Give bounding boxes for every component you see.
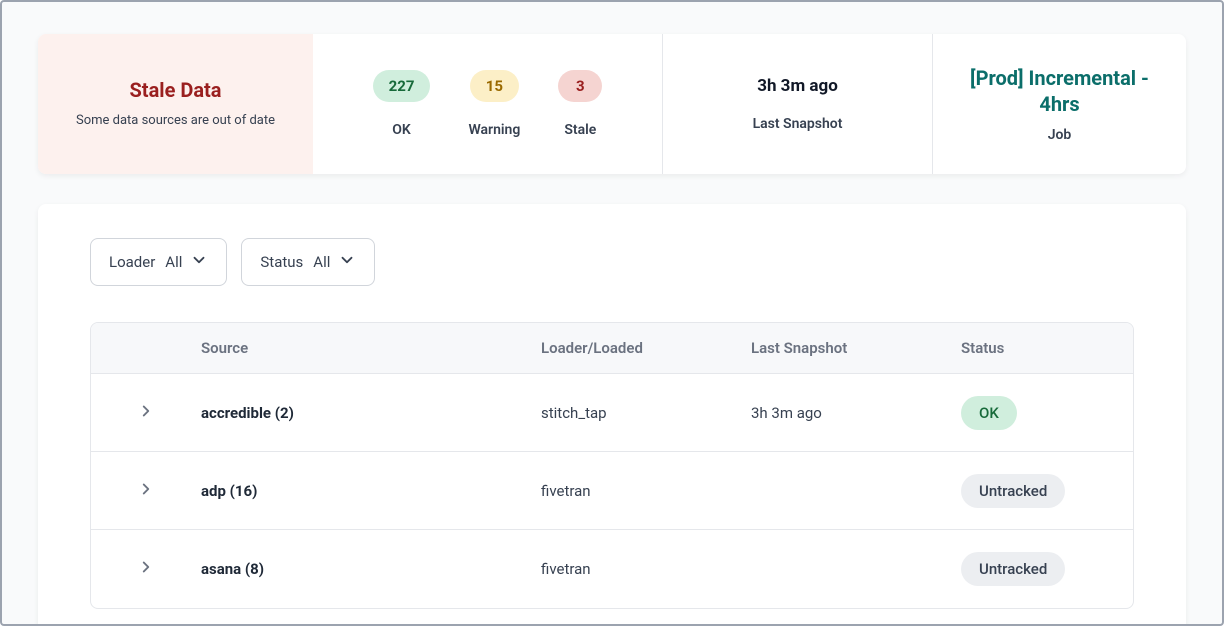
chevron-down-icon xyxy=(190,251,208,273)
table-header: Source Loader/Loaded Last Snapshot Statu… xyxy=(91,323,1133,374)
count-warning: 15 Warning xyxy=(468,70,520,138)
loader-filter-button[interactable]: Loader All xyxy=(90,238,227,286)
count-warning-label: Warning xyxy=(468,122,520,138)
loader-name: fivetran xyxy=(541,560,751,578)
count-stale-label: Stale xyxy=(564,122,596,138)
count-ok-badge: 227 xyxy=(373,70,431,102)
count-warning-badge: 15 xyxy=(470,70,519,102)
last-snapshot-panel: 3h 3m ago Last Snapshot xyxy=(663,34,933,174)
job-name-link[interactable]: [Prod] Incremental - 4hrs xyxy=(953,65,1166,117)
chevron-right-icon[interactable] xyxy=(137,558,155,580)
status-filter-value: All xyxy=(313,253,330,271)
table-row: adp (16) fivetran Untracked xyxy=(91,452,1133,530)
chevron-down-icon xyxy=(338,251,356,273)
header-status: Status xyxy=(961,339,1133,357)
source-name: accredible (2) xyxy=(201,404,541,422)
table-row: accredible (2) stitch_tap 3h 3m ago OK xyxy=(91,374,1133,452)
count-stale: 3 Stale xyxy=(558,70,602,138)
count-ok-label: OK xyxy=(392,122,411,138)
chevron-right-icon[interactable] xyxy=(137,480,155,502)
last-snapshot-value: 3h 3m ago xyxy=(757,76,838,96)
sources-table: Source Loader/Loaded Last Snapshot Statu… xyxy=(90,322,1134,609)
source-name: asana (8) xyxy=(201,560,541,578)
table-row: asana (8) fivetran Untracked xyxy=(91,530,1133,608)
summary-bar: Stale Data Some data sources are out of … xyxy=(38,34,1186,174)
sources-card: Loader All Status All Source Loader/Load… xyxy=(38,204,1186,626)
loader-filter-name: Loader xyxy=(109,253,155,271)
count-ok: 227 OK xyxy=(373,70,431,138)
status-badge: Untracked xyxy=(961,552,1065,586)
status-badge: OK xyxy=(961,396,1017,430)
loader-name: stitch_tap xyxy=(541,404,751,422)
status-filter-name: Status xyxy=(260,253,303,271)
status-filter-button[interactable]: Status All xyxy=(241,238,375,286)
stale-alert-title: Stale Data xyxy=(129,78,221,102)
chevron-right-icon[interactable] xyxy=(137,402,155,424)
header-source: Source xyxy=(201,339,541,357)
job-label: Job xyxy=(1048,127,1072,143)
loader-filter-value: All xyxy=(165,253,182,271)
filter-row: Loader All Status All xyxy=(90,238,1134,286)
header-loader: Loader/Loaded xyxy=(541,339,751,357)
job-panel: [Prod] Incremental - 4hrs Job xyxy=(933,34,1186,174)
status-badge: Untracked xyxy=(961,474,1065,508)
loader-name: fivetran xyxy=(541,482,751,500)
header-snapshot: Last Snapshot xyxy=(751,339,961,357)
last-snapshot-label: Last Snapshot xyxy=(753,116,843,132)
snapshot-time: 3h 3m ago xyxy=(751,404,961,422)
source-name: adp (16) xyxy=(201,482,541,500)
status-counts: 227 OK 15 Warning 3 Stale xyxy=(313,34,663,174)
count-stale-badge: 3 xyxy=(558,70,602,102)
stale-alert-subtitle: Some data sources are out of date xyxy=(76,112,275,130)
stale-alert-panel: Stale Data Some data sources are out of … xyxy=(38,34,313,174)
